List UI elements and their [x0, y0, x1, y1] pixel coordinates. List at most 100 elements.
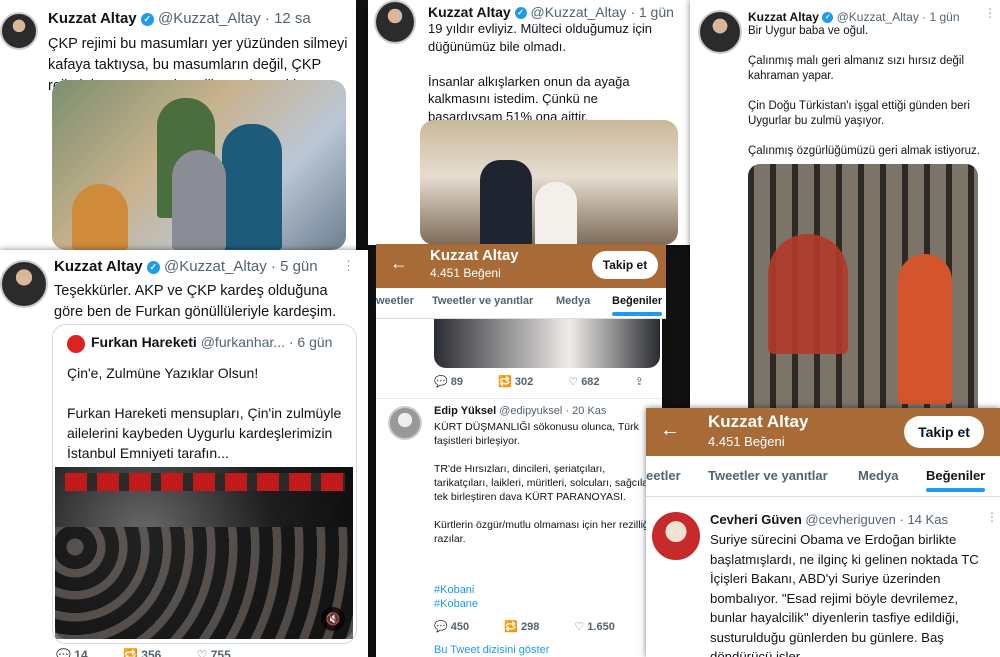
more-icon[interactable]: ⋮	[986, 510, 999, 524]
quote-avatar	[67, 335, 85, 353]
author-name[interactable]: Kuzzat Altay	[54, 258, 143, 275]
tab-media[interactable]: Medya	[556, 295, 590, 307]
reply-count[interactable]: 💬 450	[434, 621, 469, 633]
author-name[interactable]: Kuzzat Altay	[748, 10, 819, 24]
tweet-stats: 💬 14 🔁 356 ♡ 755	[56, 648, 263, 657]
tweet-panel-3: Kuzzat Altay ✓ @Kuzzat_Altay · 1 gün 19 …	[368, 0, 690, 245]
quote-title: Çin'e, Zulmüne Yazıklar Olsun!	[67, 365, 259, 381]
tweet-photo[interactable]	[748, 164, 978, 410]
tweet-header: Kuzzat Altay ✓ @Kuzzat_Altay · 12 sa	[48, 10, 311, 27]
reply-count[interactable]: 💬 14	[56, 648, 88, 657]
tweet-header: Kuzzat Altay ✓ @Kuzzat_Altay · 1 gün	[748, 10, 960, 24]
retweet-count[interactable]: 🔁 302	[498, 376, 533, 388]
profile-header-bar: ← Kuzzat Altay 4.451 Beğeni Takip et	[646, 408, 1000, 456]
author-handle[interactable]: @Kuzzat_Altay	[531, 4, 627, 20]
avatar[interactable]	[374, 0, 416, 44]
tweet-panel-5: Kuzzat Altay ✓ @Kuzzat_Altay · 1 gün ⋮ B…	[690, 0, 1000, 410]
tweet-time[interactable]: · 14 Kas	[900, 512, 948, 527]
profile-header-bar: ← Kuzzat Altay 4.451 Beğeni Takip et	[376, 244, 666, 288]
author-handle[interactable]: @cevheriguven	[805, 512, 896, 527]
crowd	[55, 527, 353, 639]
tweet-time[interactable]: · 1 gün	[922, 10, 959, 24]
tweet-stats: 💬 450 🔁 298 ♡ 1.650 ⇪	[434, 620, 662, 633]
avatar[interactable]	[388, 406, 422, 440]
more-icon[interactable]: ⋮	[342, 258, 356, 274]
author-handle[interactable]: @Kuzzat_Altay	[158, 10, 261, 27]
profile-likes-count: 4.451 Beğeni	[708, 434, 785, 449]
retweet-count[interactable]: 🔁 356	[123, 648, 161, 657]
avatar[interactable]	[698, 10, 742, 54]
tweet-text: Bir Uygur baba ve oğul. Çalınmış malı ge…	[748, 25, 981, 157]
bride-figure	[535, 182, 577, 245]
more-icon[interactable]: ⋮	[984, 6, 997, 20]
tweet-text: Teşekkürler. AKP ve ÇKP kardeş olduğuna …	[54, 283, 337, 320]
hashtag-kobani[interactable]: #Kobani	[434, 584, 474, 596]
tweet-text: 19 yıldır evliyiz. Mülteci olduğumuz içi…	[428, 21, 652, 124]
like-count[interactable]: ♡ 682	[568, 376, 599, 388]
quote-time: · 6 gün	[288, 334, 333, 350]
child-figure	[172, 150, 226, 250]
tab-media[interactable]: Medya	[858, 468, 898, 483]
tweet-panel-1: Kuzzat Altay ✓ @Kuzzat_Altay · 12 sa ÇKP…	[0, 0, 356, 250]
mute-icon[interactable]: 🔇	[321, 607, 345, 631]
tweet-text: Suriye sürecini Obama ve Erdoğan birlikt…	[710, 532, 979, 657]
profile-tabs: eetler Tweetler ve yanıtlar Medya Beğeni…	[646, 456, 1000, 497]
author-name[interactable]: Kuzzat Altay	[48, 10, 137, 27]
tab-tweets-and-replies[interactable]: Tweetler ve yanıtlar	[708, 468, 828, 483]
verified-icon: ✓	[514, 7, 527, 20]
son-figure	[898, 254, 952, 404]
tweet-time[interactable]: · 12 sa	[265, 10, 311, 27]
tweet-time[interactable]: · 5 gün	[271, 258, 318, 275]
tab-tweets-and-replies[interactable]: Tweetler ve yanıtlar	[432, 295, 533, 307]
avatar[interactable]	[0, 260, 48, 308]
tweet-header: Cevheri Güven @cevheriguven · 14 Kas	[710, 512, 948, 527]
retweet-count[interactable]: 🔁 298	[504, 621, 539, 633]
hashtag-kobane[interactable]: #Kobane	[434, 598, 478, 610]
tweet-photo[interactable]	[52, 80, 346, 250]
verified-icon: ✓	[140, 12, 154, 26]
quote-body: Furkan Hareketi mensupları, Çin'in zulmü…	[67, 405, 342, 461]
author-name[interactable]: Cevheri Güven	[710, 512, 802, 527]
reply-count[interactable]: 💬 89	[434, 376, 463, 388]
like-count[interactable]: ♡ 755	[197, 648, 231, 657]
author-handle[interactable]: @Kuzzat_Altay	[837, 10, 919, 24]
quote-header: Furkan Hareketi @furkanhar... · 6 gün	[91, 334, 332, 350]
share-icon[interactable]: ⇪	[635, 376, 644, 388]
tweet-time[interactable]: · 1 gün	[630, 4, 674, 20]
quote-author-handle: @furkanhar...	[200, 334, 285, 350]
tweet-photo[interactable]	[420, 120, 678, 245]
show-thread-link[interactable]: Bu Tweet dizisini göster	[434, 644, 549, 656]
profile-title: Kuzzat Altay	[430, 247, 519, 264]
verified-icon: ✓	[822, 12, 834, 24]
profile-tabs: weetler Tweetler ve yanıtlar Medya Beğen…	[376, 288, 666, 319]
tweet-header: Kuzzat Altay ✓ @Kuzzat_Altay · 1 gün	[428, 4, 674, 20]
avatar[interactable]	[652, 512, 700, 560]
author-name[interactable]: Edip Yüksel	[434, 405, 496, 417]
tweet-header: Edip Yüksel @edipyuksel · 20 Kas	[434, 405, 606, 417]
follow-button[interactable]: Takip et	[904, 416, 984, 448]
author-handle[interactable]: @Kuzzat_Altay	[164, 258, 267, 275]
tab-tweets[interactable]: eetler	[646, 468, 681, 483]
avatar[interactable]	[0, 12, 38, 50]
author-name[interactable]: Kuzzat Altay	[428, 4, 511, 20]
tab-likes[interactable]: Beğeniler	[926, 468, 986, 492]
follow-button[interactable]: Takip et	[592, 251, 658, 279]
quote-author-name: Furkan Hareketi	[91, 334, 197, 350]
tab-likes[interactable]: Beğeniler	[612, 295, 663, 316]
tweet-panel-6: ← Kuzzat Altay 4.451 Beğeni Takip et eet…	[646, 408, 1000, 657]
profile-likes-count: 4.451 Beğeni	[430, 266, 501, 280]
tweet-time[interactable]: · 20 Kas	[565, 405, 606, 417]
tweet-panel-4: 💬 89 🔁 302 ♡ 682 ⇪ Edip Yüksel @edipyuks…	[376, 318, 662, 657]
back-arrow-icon[interactable]: ←	[660, 419, 680, 442]
quote-video[interactable]: 🔇	[55, 467, 353, 639]
tweet-photo[interactable]	[434, 318, 660, 368]
flag-row	[65, 473, 345, 491]
tab-tweets[interactable]: weetler	[376, 295, 414, 307]
like-count[interactable]: ♡ 1.650	[574, 621, 614, 633]
quote-tweet[interactable]: Furkan Hareketi @furkanhar... · 6 gün Çi…	[52, 324, 357, 644]
author-handle[interactable]: @edipyuksel	[499, 405, 562, 417]
tweet-text: KÜRT DÜŞMANLIĞI sökonusu olunca, Türk fa…	[434, 421, 655, 545]
tweet-stats: 💬 89 🔁 302 ♡ 682 ⇪	[434, 375, 662, 388]
back-arrow-icon[interactable]: ←	[390, 253, 408, 274]
profile-title: Kuzzat Altay	[708, 412, 809, 431]
